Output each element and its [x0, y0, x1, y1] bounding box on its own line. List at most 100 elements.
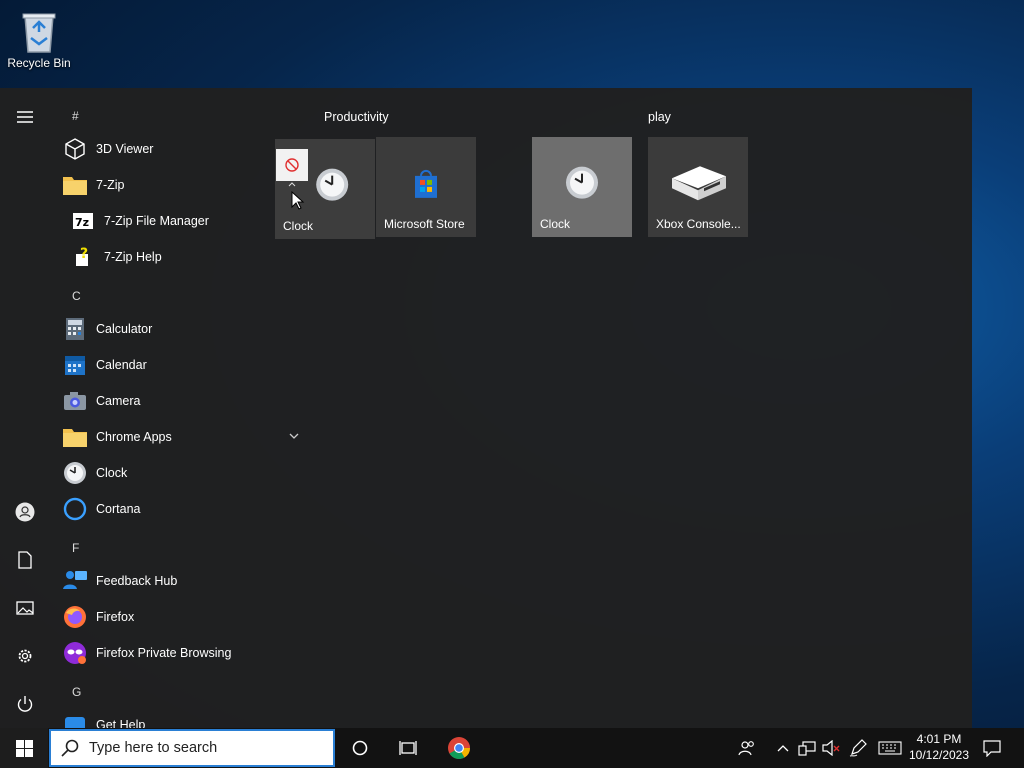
feedback-icon [63, 571, 87, 589]
pictures-icon[interactable] [15, 598, 35, 618]
taskbar-clock[interactable]: 4:01 PM 10/12/2023 [905, 731, 973, 763]
clock-icon [566, 166, 598, 199]
start-rail [0, 88, 50, 728]
cortana-button[interactable] [340, 728, 380, 768]
app-clock[interactable]: Clock [62, 455, 302, 491]
tile-clock-play[interactable]: Clock [532, 137, 632, 237]
people-button[interactable] [736, 728, 758, 768]
search-icon [61, 739, 79, 757]
tile-label: Clock [540, 217, 571, 231]
help-icon: ? [76, 246, 88, 266]
resize-caret-icon[interactable] [288, 182, 296, 187]
recycle-bin-icon [22, 13, 56, 53]
task-view-button[interactable] [388, 728, 428, 768]
svg-text:7z: 7z [75, 216, 89, 229]
tile-label: Microsoft Store [384, 217, 465, 231]
app-camera[interactable]: Camera [62, 383, 302, 419]
notification-icon [983, 740, 1001, 757]
app-label: 3D Viewer [96, 142, 154, 156]
app-firefox[interactable]: Firefox [62, 599, 302, 635]
app-label: Firefox Private Browsing [96, 646, 232, 660]
recycle-bin[interactable]: Recycle Bin [4, 6, 74, 70]
tile-label: Xbox Console... [656, 217, 741, 231]
firefox-private-icon [64, 642, 86, 664]
folder-icon [63, 177, 87, 195]
camera-icon [64, 392, 86, 410]
show-hidden-icons-button[interactable] [774, 728, 792, 768]
chrome-taskbar-button[interactable] [439, 728, 479, 768]
tile-xbox-console[interactable]: Xbox Console... [648, 137, 748, 237]
app-label: Feedback Hub [96, 574, 178, 588]
pen-icon [849, 739, 867, 757]
action-center-button[interactable] [980, 728, 1004, 768]
keyboard-icon [878, 741, 902, 755]
group-header-g[interactable]: G [72, 685, 81, 699]
app-label: Calendar [96, 358, 147, 372]
calculator-icon [66, 318, 84, 340]
app-calculator[interactable]: Calculator [62, 311, 302, 347]
svg-text:?: ? [80, 246, 88, 262]
app-label: Get Help [96, 718, 146, 728]
app-list: # 3D Viewer 7-Zip 7z 7-Zip File Manager … [50, 88, 306, 728]
app-label: Cortana [96, 502, 141, 516]
hamburger-menu-icon[interactable] [15, 107, 35, 127]
app-get-help[interactable]: Get Help [62, 707, 302, 728]
chevron-down-icon[interactable] [289, 433, 299, 440]
start-menu: # 3D Viewer 7-Zip 7z 7-Zip File Manager … [0, 88, 972, 728]
cortana-circle-icon [352, 740, 368, 756]
calendar-icon [65, 356, 85, 375]
app-cortana[interactable]: Cortana [62, 491, 302, 527]
tile-clock-productivity-dragging[interactable]: Clock [275, 139, 375, 239]
touch-keyboard-button[interactable] [876, 728, 904, 768]
taskbar-search-box[interactable]: Type here to search [49, 729, 335, 767]
clock-date: 10/12/2023 [908, 748, 970, 762]
app-3d-viewer[interactable]: 3D Viewer [62, 131, 302, 167]
mouse-pointer-icon [291, 191, 305, 210]
network-icon [798, 741, 816, 756]
app-label: 7-Zip [96, 178, 125, 192]
cortana-icon [63, 497, 87, 521]
xbox-console-icon [672, 166, 726, 201]
network-button[interactable] [796, 728, 818, 768]
app-feedback-hub[interactable]: Feedback Hub [62, 563, 302, 599]
unpin-button[interactable] [276, 149, 308, 181]
get-help-icon [65, 717, 85, 728]
volume-muted-icon [822, 740, 840, 756]
folder-icon [63, 429, 87, 447]
app-label: Calculator [96, 322, 153, 336]
app-label: 7-Zip Help [104, 250, 162, 264]
app-label: 7-Zip File Manager [104, 214, 209, 228]
chevron-up-icon [777, 745, 789, 752]
group-header-c[interactable]: C [72, 289, 81, 303]
group-header-hash[interactable]: # [72, 109, 79, 123]
group-header-f[interactable]: F [72, 541, 79, 555]
tile-microsoft-store[interactable]: Microsoft Store [376, 137, 476, 237]
windows-logo-icon [15, 739, 33, 757]
pen-workspace-button[interactable] [846, 728, 870, 768]
app-7zip-folder[interactable]: 7-Zip [62, 167, 302, 203]
app-calendar[interactable]: Calendar [62, 347, 302, 383]
user-account-icon[interactable] [15, 502, 35, 522]
volume-button[interactable] [820, 728, 842, 768]
microsoft-store-icon [415, 169, 437, 198]
cube-icon [65, 138, 85, 160]
clock-time: 4:01 PM [916, 732, 962, 746]
app-firefox-private-browsing[interactable]: Firefox Private Browsing [62, 635, 302, 671]
app-chrome-apps-folder[interactable]: Chrome Apps [62, 419, 302, 455]
app-7zip-help[interactable]: ? 7-Zip Help [70, 239, 306, 275]
app-7zip-file-manager[interactable]: 7z 7-Zip File Manager [70, 203, 306, 239]
power-icon[interactable] [15, 694, 35, 714]
app-label: Firefox [96, 610, 135, 624]
tile-group-title-play[interactable]: play [648, 110, 671, 124]
start-button[interactable] [0, 728, 48, 768]
people-icon [738, 741, 754, 756]
firefox-icon [64, 606, 86, 628]
documents-icon[interactable] [15, 550, 35, 570]
app-label: Camera [96, 394, 141, 408]
clock-icon [64, 462, 86, 484]
tile-group-title-productivity[interactable]: Productivity [324, 110, 389, 124]
app-label: Clock [96, 466, 128, 480]
settings-gear-icon[interactable] [15, 646, 35, 666]
taskbar: Type here to search 4:01 PM 10/12/2023 [0, 728, 1024, 768]
chrome-icon [448, 737, 470, 759]
